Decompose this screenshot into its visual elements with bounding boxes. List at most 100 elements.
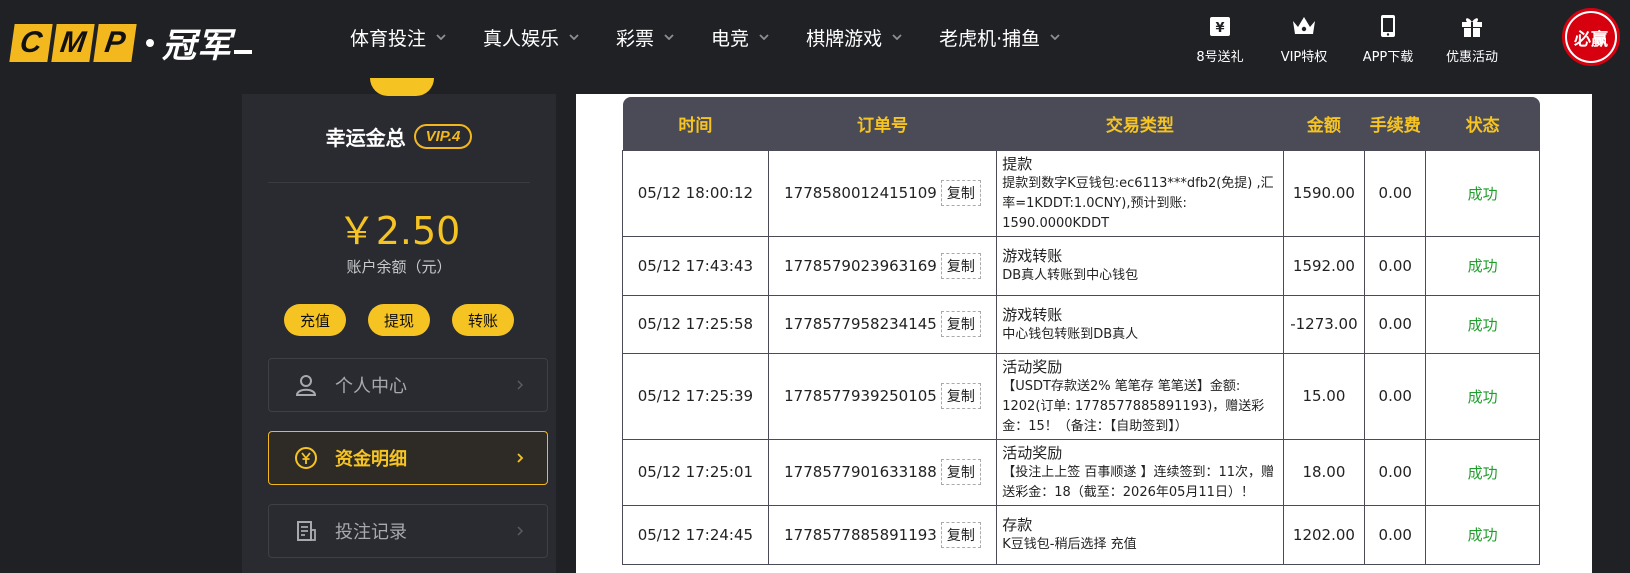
table-row: 05/12 17:24:45 1778577885891193 复制 存款 K豆钱包… [622,504,1540,565]
cell-type: 游戏转账中心钱包转账到DB真人 [996,294,1284,354]
balance-amount: ￥2.50 [337,209,461,253]
logo-tail [234,49,252,54]
copy-button[interactable]: 复制 [940,311,981,337]
transaction-type: 提款 [1002,154,1033,173]
cell-fee: 0.00 [1364,294,1427,354]
cell-amount: 1202.00 [1282,504,1366,565]
profile-avatar [370,78,434,96]
balance-label: 账户余额（元） [346,258,452,276]
copy-button[interactable]: 复制 [940,252,981,279]
cell-order: 1778577958234145 复制 [767,294,998,354]
svg-text:¥: ¥ [1215,21,1224,36]
copy-button[interactable]: 复制 [940,459,981,485]
sidebar-item-label: 投注记录 [335,522,407,543]
nav-item-label: 彩票 [616,27,655,50]
cell-amount: 15.00 [1282,352,1366,440]
order-number: 1778577901633188 [784,463,937,481]
avatar-text: 必赢 [1567,13,1615,61]
sidebar-item-bet-records[interactable]: 投注记录 [268,504,548,558]
cell-order: 1778580012415109 复制 [767,149,998,237]
transaction-desc: 中心钱包转账到DB真人 [1002,326,1139,342]
nav-item-esports[interactable]: 电竞 [711,24,769,51]
copy-button[interactable]: 复制 [940,180,981,206]
table-row: 05/12 17:25:01 1778577901633188 复制 活动奖励 【投… [622,438,1540,506]
tool-label: APP下载 [1362,50,1414,65]
copy-button[interactable]: 复制 [940,521,981,548]
nav-item-label: 棋牌游戏 [806,27,883,50]
tool-promotions[interactable]: 优惠活动 [1430,12,1514,65]
order-number: 1778577958234145 [784,315,937,333]
cell-amount: -1273.00 [1282,294,1366,354]
nav-item-label: 体育投注 [350,27,427,50]
table-row: 05/12 18:00:12 1778580012415109 复制 提款 提款到数… [622,149,1540,237]
column-header-order: 订单号 [768,97,997,150]
cell-amount: 1592.00 [1282,235,1366,296]
yuan-coin-icon [295,447,317,469]
logo-letters: C M P [9,23,137,62]
logo-text: 冠军 [162,26,232,66]
sidebar-item-personal-center[interactable]: 个人中心 [268,358,548,412]
transaction-type: 活动奖励 [1002,443,1063,462]
cell-order: 1778577939250105 复制 [767,352,998,440]
chevron-right-icon [517,453,524,463]
cell-amount: 18.00 [1282,438,1366,506]
sidebar-item-fund-details[interactable]: 资金明细 [268,431,548,485]
withdraw-button[interactable]: 提现 [368,304,430,336]
nav-item-slots-fishing[interactable]: 老虎机·捕鱼 [939,24,1060,51]
phone-icon [1381,15,1395,37]
transaction-type: 存款 [1002,516,1033,534]
order-number: 1778580012415109 [784,184,937,202]
deposit-button[interactable]: 充值 [284,304,346,336]
nav-item-lottery[interactable]: 彩票 [616,24,674,51]
cell-order: 1778579023963169 复制 [767,235,998,296]
top-header: C M P 冠军 体育投注 真人娱乐 彩票 电竞 棋牌游戏 老虎机·捕鱼 ¥ 8… [0,0,1630,74]
cell-type: 活动奖励【投注上上签 百事顺遂 】连续签到：11次，赠送彩金：18（截至：202… [996,438,1284,506]
transfer-button[interactable]: 转账 [452,304,514,336]
cell-order: 1778577885891193 复制 [767,504,998,565]
transaction-desc: DB真人转账到中心钱包 [1002,268,1139,283]
tool-label: 8号送礼 [1196,50,1244,65]
user-icon [295,375,317,396]
tool-vip[interactable]: VIP特权 [1262,12,1346,65]
transaction-table-wrap: 时间 订单号 交易类型 金额 手续费 状态 05/12 18:00:12 177… [622,97,1540,565]
logo-letter: M [51,23,95,62]
transaction-desc: 【USDT存款送2% 笔笔存 笔笔送】金额: 1202(订单: 17785778… [1002,378,1265,434]
nav-item-live-casino[interactable]: 真人娱乐 [483,24,579,51]
tool-app-download[interactable]: APP下载 [1346,12,1430,65]
tool-gift-8[interactable]: ¥ 8号送礼 [1178,12,1262,65]
header-tools: ¥ 8号送礼 VIP特权 APP下载 优惠活动 [1178,12,1514,65]
user-avatar[interactable]: 必赢 [1562,8,1620,66]
cell-type: 活动奖励 【USDT存款送2% 笔笔存 笔笔送】金额: 1202(订单: 1778… [996,352,1284,440]
table-header-row: 时间 订单号 交易类型 金额 手续费 状态 [622,97,1540,150]
nav-item-label: 真人娱乐 [483,27,560,50]
logo-letter: P [93,23,137,62]
nav-item-label: 电竞 [711,27,750,50]
cell-status: 成功 [1425,438,1540,506]
cell-time: 05/12 17:24:45 [622,504,769,565]
transaction-desc: 【投注上上签 百事顺遂 】连续签到：11次，赠送彩金：18（截至：2026年05… [1002,464,1275,500]
cell-status: 成功 [1425,352,1540,440]
copy-button[interactable]: 复制 [940,383,981,409]
divider [268,182,530,183]
transaction-type: 游戏转账 [1002,305,1063,324]
cell-time: 05/12 17:43:43 [622,235,769,296]
transaction-desc: K豆钱包-稍后选择 充值 [1002,537,1137,552]
chevron-down-icon [664,34,674,40]
table-row: 05/12 17:43:43 1778579023963169 复制 游戏转账 DB… [622,235,1540,296]
column-header-amount: 金额 [1283,97,1365,150]
chevron-down-icon [569,34,579,40]
cell-fee: 0.00 [1364,352,1427,440]
fund-details-panel: 时间 订单号 交易类型 金额 手续费 状态 05/12 18:00:12 177… [576,94,1592,573]
vip-badge[interactable]: VIP.4 [413,124,473,149]
site-logo[interactable]: C M P 冠军 [9,18,252,67]
nav-item-card-games[interactable]: 棋牌游戏 [806,24,902,51]
column-header-type: 交易类型 [996,97,1284,150]
column-header-status: 状态 [1425,97,1540,150]
nav-item-sports[interactable]: 体育投注 [350,24,446,51]
cell-type: 提款 提款到数字K豆钱包:ec6113***dfb2(免提) ,汇率=1KDDT:… [996,149,1284,237]
chevron-down-icon [1050,34,1060,40]
crown-icon [1293,17,1315,34]
username: 幸运金总 [325,126,406,150]
column-header-fee: 手续费 [1364,97,1426,150]
cell-fee: 0.00 [1364,438,1427,506]
